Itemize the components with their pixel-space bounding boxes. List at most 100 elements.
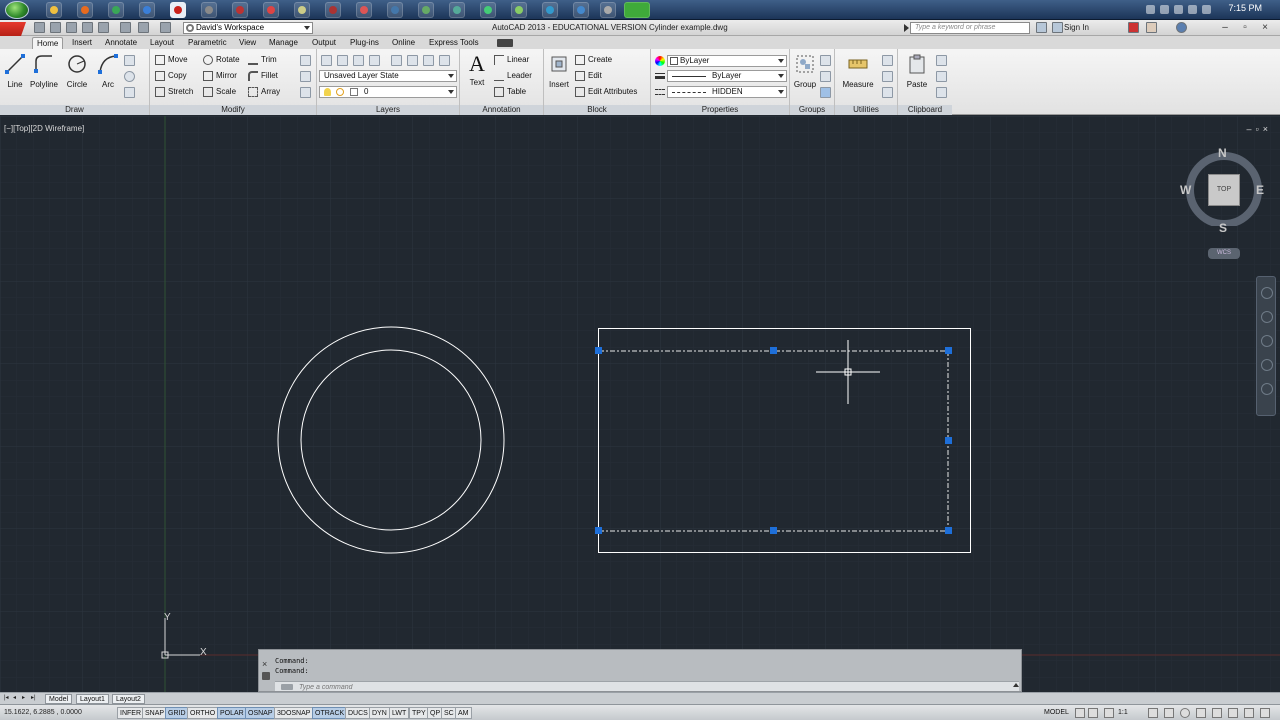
utilities-panel-title[interactable]: Utilities [835, 105, 897, 115]
redo-icon[interactable] [160, 22, 171, 33]
undo-icon[interactable] [138, 22, 149, 33]
array-tool[interactable]: Array [248, 86, 280, 98]
chevron-up-icon[interactable] [1013, 683, 1019, 687]
calculator-icon[interactable] [882, 87, 893, 98]
group-selection-icon[interactable] [820, 87, 831, 98]
osnap-toggle[interactable]: OSNAP [245, 707, 276, 719]
text-tool[interactable]: A Text [462, 53, 492, 88]
chrome-taskbar-icon[interactable] [108, 2, 124, 18]
explorer-taskbar-icon[interactable] [46, 2, 62, 18]
move-tool[interactable]: Move [155, 54, 188, 66]
app-taskbar-icon[interactable] [573, 2, 589, 18]
showmotion-icon[interactable] [1261, 383, 1273, 395]
group-tool[interactable]: Group [790, 53, 820, 89]
isolate-objects-icon[interactable] [1228, 708, 1238, 718]
ungroup-icon[interactable] [820, 55, 831, 66]
app-taskbar-icon[interactable] [201, 2, 217, 18]
prev-layout-icon[interactable]: ◂ [13, 695, 20, 702]
viewport-window-controls[interactable]: –▫× [1247, 124, 1272, 134]
mirror-tool[interactable]: Mirror [203, 70, 237, 82]
wrench-icon[interactable] [262, 672, 270, 680]
linetype-dropdown[interactable]: HIDDEN [667, 86, 787, 98]
start-button[interactable] [5, 1, 29, 19]
explode-icon[interactable] [300, 71, 311, 82]
last-layout-icon[interactable]: ▸| [31, 695, 38, 702]
tpy-toggle[interactable]: TPY [409, 707, 429, 719]
annotation-scale-icon[interactable] [1104, 708, 1114, 718]
create-block-tool[interactable]: Create [575, 54, 612, 66]
layers-panel-title[interactable]: Layers [317, 105, 459, 115]
tab-parametric[interactable]: Parametric [184, 37, 231, 49]
ortho-toggle[interactable]: ORTHO [187, 707, 219, 719]
snap-toggle[interactable]: SNAP [142, 707, 168, 719]
viewport-controls-label[interactable]: [−][Top][2D Wireframe] [4, 124, 84, 133]
modify-panel-title[interactable]: Modify [150, 105, 316, 115]
insert-block-tool[interactable]: Insert [544, 53, 574, 89]
wcs-menu[interactable]: WCS [1208, 248, 1240, 259]
tab-plug-ins[interactable]: Plug-ins [346, 37, 383, 49]
autocad-taskbar-icon[interactable] [170, 2, 186, 18]
app-taskbar-icon[interactable] [325, 2, 341, 18]
compass-west[interactable]: W [1180, 183, 1191, 197]
layer-icon[interactable] [391, 55, 402, 66]
steering-wheel-icon[interactable] [1261, 287, 1273, 299]
maximize-button[interactable]: ▫ [1236, 22, 1254, 34]
erase-icon[interactable] [300, 55, 311, 66]
compass-east[interactable]: E [1256, 183, 1264, 197]
layer-properties-icon[interactable] [321, 55, 332, 66]
tray-icon[interactable] [1188, 5, 1197, 14]
cut-icon[interactable] [936, 55, 947, 66]
match-properties-icon[interactable] [936, 87, 947, 98]
plot-icon[interactable] [98, 22, 109, 33]
lock-icon[interactable] [1196, 708, 1206, 718]
tab-layout1[interactable]: Layout1 [76, 694, 109, 704]
tab-layout2[interactable]: Layout2 [112, 694, 145, 704]
print-icon[interactable] [120, 22, 131, 33]
open-file-icon[interactable] [50, 22, 61, 33]
block-panel-title[interactable]: Block [544, 105, 650, 115]
ribbon-minimize-toggle[interactable] [497, 39, 513, 47]
rectangle-icon[interactable] [124, 55, 135, 66]
layer-icon[interactable] [337, 55, 348, 66]
layer-icon[interactable] [353, 55, 364, 66]
rotate-tool[interactable]: Rotate [203, 54, 240, 66]
orbit-icon[interactable] [1261, 359, 1273, 371]
am-toggle[interactable]: AM [455, 707, 472, 719]
status-menu-icon[interactable] [1244, 708, 1254, 718]
groups-panel-title[interactable]: Groups [790, 105, 834, 115]
tab-insert[interactable]: Insert [68, 37, 96, 49]
grip[interactable] [770, 527, 777, 534]
viewcube-top-face[interactable]: TOP [1208, 174, 1240, 206]
arc-tool[interactable]: Arc [93, 53, 123, 89]
group-edit-icon[interactable] [820, 71, 831, 82]
lineweight-dropdown[interactable]: ByLayer [667, 70, 787, 82]
hatch-icon[interactable] [124, 87, 135, 98]
infer-toggle[interactable]: INFER [117, 707, 144, 719]
properties-panel-title[interactable]: Properties [651, 105, 789, 115]
edit-attributes-tool[interactable]: Edit Attributes [575, 86, 637, 98]
layer-icon[interactable] [407, 55, 418, 66]
ducs-toggle[interactable]: DUCS [345, 707, 371, 719]
camtasia-taskbar-icon[interactable] [624, 2, 650, 18]
circle-tool[interactable]: Circle [62, 53, 92, 89]
tab-express-tools[interactable]: Express Tools [425, 37, 483, 49]
otrack-toggle[interactable]: OTRACK [312, 707, 348, 719]
firefox-taskbar-icon[interactable] [77, 2, 93, 18]
search-input[interactable]: Type a keyword or phrase [910, 22, 1030, 34]
paste-tool[interactable]: Paste [902, 53, 932, 89]
binoculars-icon[interactable] [1036, 22, 1047, 33]
annotation-panel-title[interactable]: Annotation [460, 105, 543, 115]
draw-panel-title[interactable]: Draw [0, 105, 149, 115]
fillet-tool[interactable]: Fillet [248, 70, 278, 82]
workspace-switch-gear-icon[interactable] [1180, 708, 1190, 718]
first-layout-icon[interactable]: |◂ [4, 695, 11, 702]
drawing-canvas[interactable]: Y X [0, 116, 1280, 692]
tab-online[interactable]: Online [388, 37, 419, 49]
grip[interactable] [945, 527, 952, 534]
help-icon[interactable] [1176, 22, 1187, 33]
layer-icon[interactable] [369, 55, 380, 66]
coordinate-readout[interactable]: 15.1622, 6.2885 , 0.0000 [4, 709, 82, 716]
tab-output[interactable]: Output [308, 37, 340, 49]
compass-south[interactable]: S [1219, 221, 1227, 235]
browser-taskbar-icon[interactable] [139, 2, 155, 18]
